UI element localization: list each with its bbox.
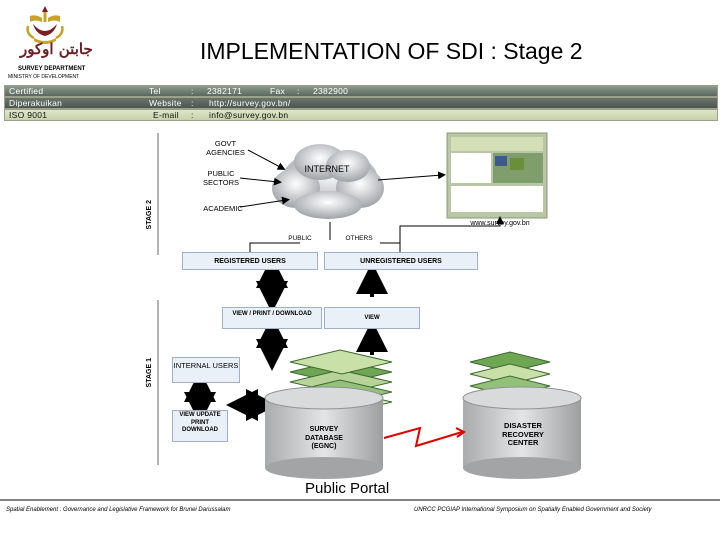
view-box: VIEW: [324, 307, 420, 329]
sdi-diagram: [0, 132, 720, 501]
website-caption: www.survey.gov.bn: [470, 220, 530, 227]
footer-left-text: Spatial Enablement : Governance and Legi…: [6, 507, 231, 513]
public-portal-label: Public Portal: [305, 480, 390, 497]
govt-agencies-label: GOVT AGENCIES: [206, 139, 245, 157]
registered-users-box: REGISTERED USERS: [182, 252, 318, 270]
others-label: OTHERS: [345, 235, 373, 242]
stage1-label: STAGE 1: [146, 358, 153, 388]
unregistered-users-box: UNREGISTERED USERS: [324, 252, 478, 270]
public-sectors-label: PUBLIC SECTORS: [202, 169, 240, 187]
internet-cloud: [272, 144, 384, 219]
internal-users-box: INTERNAL USERS: [172, 357, 240, 383]
stage2-label: STAGE 2: [146, 200, 153, 230]
academic-label: ACADEMIC: [203, 204, 243, 213]
survey-database-label: SURVEY DATABASE (EGNC): [305, 426, 343, 450]
view-update-print-download-box: VIEW UPDATE PRINT DOWNLOAD: [172, 410, 228, 442]
website-screenshot: [446, 132, 548, 219]
disaster-recovery-label: DISASTER RECOVERY CENTER: [502, 421, 544, 447]
replication-link: [383, 426, 463, 448]
public-label: PUBLIC: [288, 235, 312, 242]
internet-label: INTERNET: [304, 164, 350, 174]
view-print-download-box: VIEW / PRINT / DOWNLOAD: [222, 307, 322, 329]
footer-right-text: UNRCC PCGIAP International Symposium on …: [414, 507, 652, 513]
